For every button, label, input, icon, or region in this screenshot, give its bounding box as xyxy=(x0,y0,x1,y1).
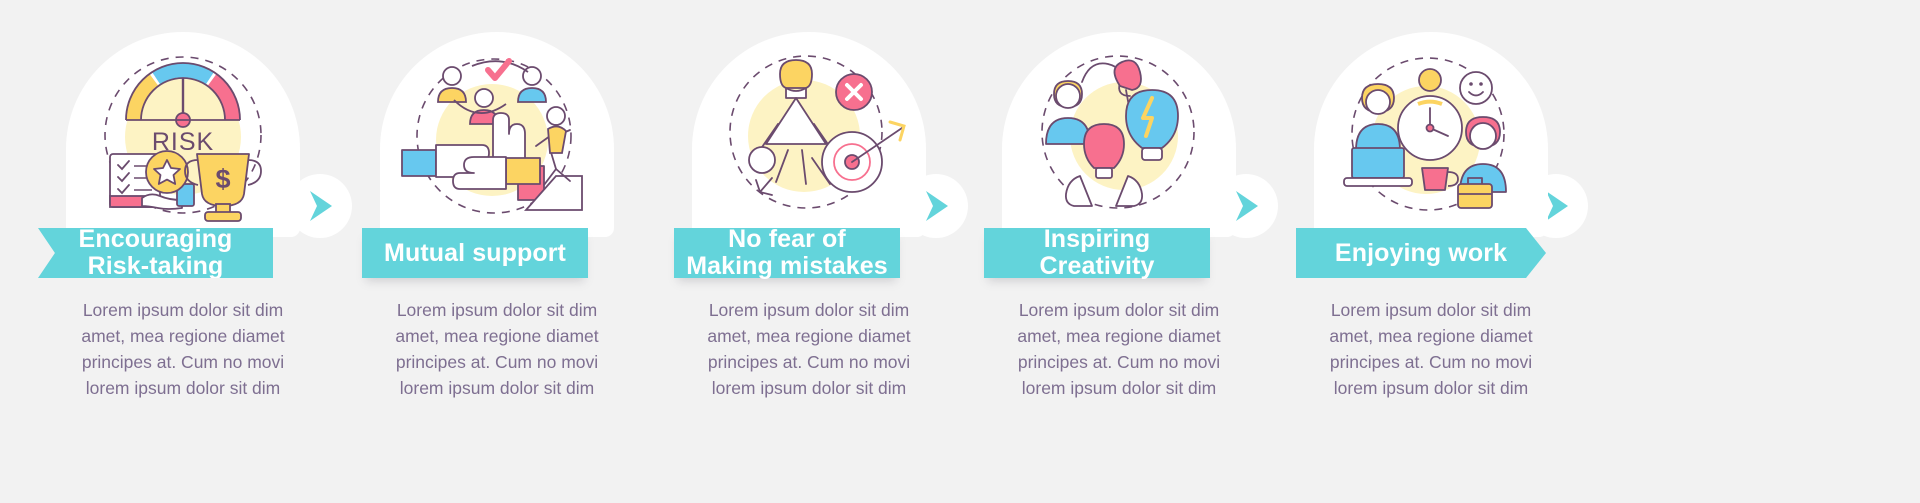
step-panel-5[interactable]: Enjoying work Lorem ipsum dolor sit dim … xyxy=(1286,0,1586,503)
lightbulb-creativity-illustration xyxy=(1041,55,1195,209)
step-body-4: Lorem ipsum dolor sit dim amet, mea regi… xyxy=(1017,300,1221,398)
svg-text:$: $ xyxy=(215,164,230,194)
step-banner-1-text: Encouraging Risk-taking xyxy=(38,228,273,278)
chevron-right-icon xyxy=(310,191,332,221)
risk-gauge-trophy-illustration: RISK $ xyxy=(104,56,262,222)
connector-1[interactable] xyxy=(288,174,352,238)
step-card-2 xyxy=(380,32,614,237)
step-label-1-line1: Encouraging xyxy=(78,225,233,253)
step-banner-3[interactable]: No fear of Making mistakes xyxy=(674,225,900,280)
infographic-canvas: RISK $ Encouraging Risk-taking Lorem ips… xyxy=(0,0,1920,503)
step-body-5: Lorem ipsum dolor sit dim amet, mea regi… xyxy=(1329,300,1533,398)
step-label-3-line1: No fear of xyxy=(728,225,846,253)
step-banner-5[interactable]: Enjoying work xyxy=(1296,228,1546,278)
step-card-1: RISK $ xyxy=(66,32,300,237)
step-body-2: Lorem ipsum dolor sit dim amet, mea regi… xyxy=(395,300,599,398)
step-panel-3[interactable]: No fear of Making mistakes Lorem ipsum d… xyxy=(664,0,954,503)
happy-worker-desk-illustration xyxy=(1343,57,1507,211)
step-card-3 xyxy=(692,32,926,237)
step-body-1: Lorem ipsum dolor sit dim amet, mea regi… xyxy=(81,300,285,398)
step-banner-4[interactable]: Inspiring Creativity xyxy=(984,225,1210,280)
step-label-4-line2: Creativity xyxy=(1039,252,1155,280)
step-card-5 xyxy=(1314,32,1548,237)
mistake-target-person-illustration xyxy=(729,55,906,209)
step-label-2: Mutual support xyxy=(384,238,566,267)
step-panel-4[interactable]: Inspiring Creativity Lorem ipsum dolor s… xyxy=(974,0,1264,503)
step-body-3: Lorem ipsum dolor sit dim amet, mea regi… xyxy=(707,300,911,398)
step-label-4-line1: Inspiring xyxy=(1043,225,1151,253)
step-label-5: Enjoying work xyxy=(1334,238,1508,267)
step-label-3-line2: Making mistakes xyxy=(686,252,888,280)
step-label-1-line2: Risk-taking xyxy=(87,252,224,280)
step-panel-2[interactable]: Mutual support Lorem ipsum dolor sit dim… xyxy=(352,0,642,503)
step-card-4 xyxy=(1002,32,1236,237)
step-panel-1[interactable]: RISK $ Encouraging Risk-taking Lorem ips… xyxy=(38,0,328,503)
step-banner-2[interactable]: Mutual support xyxy=(362,228,588,278)
teamwork-hands-illustration xyxy=(401,58,583,214)
